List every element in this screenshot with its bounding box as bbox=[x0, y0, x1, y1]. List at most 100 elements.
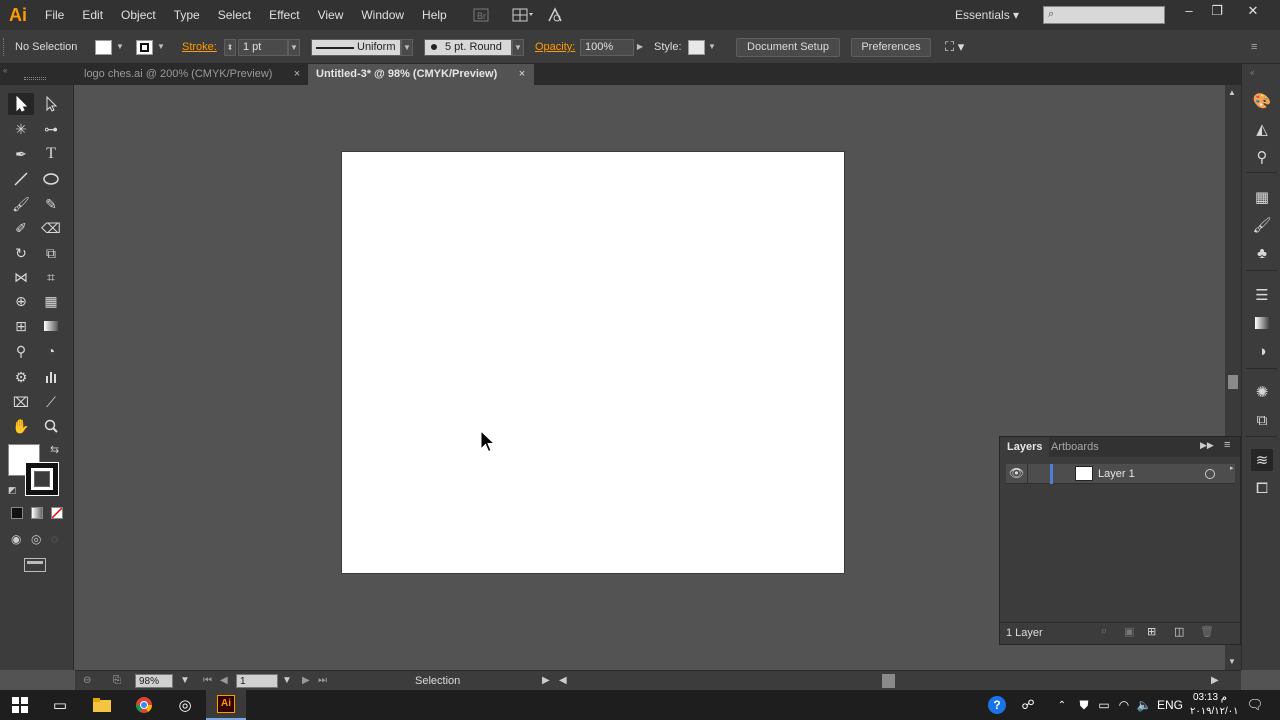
collapse-panel-icon[interactable]: ▶▶ bbox=[1200, 440, 1214, 451]
fill-dropdown[interactable]: ▼ bbox=[114, 39, 126, 56]
artboard-tool-icon[interactable]: ⌧ bbox=[8, 391, 34, 413]
new-layer-icon[interactable]: ◫ bbox=[1174, 625, 1184, 638]
menu-edit[interactable]: Edit bbox=[73, 0, 112, 30]
stroke-label[interactable]: Stroke: bbox=[182, 41, 217, 53]
horizontal-scroll-thumb[interactable] bbox=[882, 674, 895, 688]
chrome-icon[interactable] bbox=[124, 690, 164, 720]
symbol-sprayer-tool-icon[interactable]: ⚙ bbox=[8, 366, 34, 388]
draw-normal-icon[interactable]: ◉ bbox=[11, 532, 21, 546]
stroke-stepper[interactable]: ⬍ bbox=[224, 39, 236, 56]
swatches-icon[interactable]: ▦ bbox=[1251, 186, 1273, 208]
delete-layer-icon[interactable]: 🗑 bbox=[1200, 625, 1214, 638]
column-graph-tool-icon[interactable] bbox=[38, 366, 64, 388]
variable-width-profile[interactable]: Uniform bbox=[311, 39, 401, 56]
swap-fill-stroke-icon[interactable]: ⇆ bbox=[50, 443, 59, 456]
close-tab-icon[interactable]: × bbox=[290, 64, 304, 85]
restore-icon[interactable]: ❐ bbox=[1203, 0, 1231, 22]
stroke-swatch[interactable] bbox=[136, 40, 153, 55]
search-input[interactable]: ⌕ bbox=[1043, 6, 1165, 24]
draw-behind-icon[interactable]: ◎ bbox=[31, 532, 41, 546]
language-indicator[interactable]: ENG bbox=[1157, 690, 1183, 720]
zoom-tool-icon[interactable] bbox=[38, 415, 64, 437]
mesh-tool-icon[interactable]: ⊞ bbox=[8, 315, 34, 337]
gradient-mode-icon[interactable] bbox=[31, 507, 43, 519]
camera-app-icon[interactable]: ◎ bbox=[165, 690, 205, 720]
clipping-mask-icon[interactable]: ▣ bbox=[1124, 625, 1134, 638]
scale-tool-icon[interactable]: ⧉ bbox=[38, 242, 64, 264]
zoom-field[interactable]: 98% bbox=[135, 674, 173, 688]
shape-builder-tool-icon[interactable]: ⊕ bbox=[8, 290, 34, 312]
tab-untitled-3[interactable]: Untitled-3* @ 98% (CMYK/Preview) bbox=[308, 64, 534, 85]
type-tool-icon[interactable]: T bbox=[38, 143, 64, 165]
target-circle-icon[interactable] bbox=[1205, 469, 1215, 479]
appearance-icon[interactable]: ✺ bbox=[1251, 381, 1273, 403]
visibility-eye-icon[interactable]: 👁 bbox=[1009, 466, 1024, 480]
menu-object[interactable]: Object bbox=[112, 0, 165, 30]
notifications-icon[interactable]: 🗨 bbox=[1240, 690, 1270, 720]
scroll-left-icon[interactable]: ◀ bbox=[559, 672, 567, 690]
wifi-icon[interactable]: ◠ bbox=[1113, 690, 1135, 720]
artboards-icon[interactable]: ⧠ bbox=[1251, 477, 1273, 499]
zoom-controls-icon[interactable]: ⊖ bbox=[83, 672, 91, 690]
stroke-dropdown[interactable]: ▼ bbox=[155, 39, 167, 56]
zoom-dropdown[interactable]: ▼ bbox=[180, 672, 190, 690]
tab-layers[interactable]: Layers bbox=[1000, 437, 1050, 457]
status-menu-arrow[interactable]: ▶ bbox=[542, 672, 550, 690]
layer-name[interactable]: Layer 1 bbox=[1098, 464, 1135, 484]
scroll-right-icon[interactable]: ▶ bbox=[1211, 672, 1219, 690]
grip-icon[interactable] bbox=[24, 77, 46, 80]
task-view-icon[interactable]: ▭ bbox=[40, 690, 80, 720]
workspace-switcher[interactable]: Essentials ▾ bbox=[945, 0, 1029, 30]
menu-file[interactable]: File bbox=[36, 0, 73, 30]
eraser-tool-icon[interactable]: ⌫ bbox=[38, 217, 64, 239]
close-tab-icon[interactable]: × bbox=[515, 64, 529, 85]
collapse-icon[interactable]: « bbox=[3, 66, 7, 75]
minimize-icon[interactable]: – bbox=[1175, 0, 1203, 22]
profile-dropdown[interactable]: ▼ bbox=[401, 39, 413, 56]
brushes-icon[interactable]: 🖌 bbox=[1251, 214, 1273, 236]
paintbrush-tool-icon[interactable]: 🖌 bbox=[8, 193, 34, 215]
security-icon[interactable]: ⛊ bbox=[1073, 690, 1095, 720]
blend-tool-icon[interactable]: ◔ bbox=[38, 340, 64, 362]
grip-icon[interactable] bbox=[3, 38, 6, 56]
share-icon[interactable]: ⎘ bbox=[113, 672, 121, 690]
artboard[interactable] bbox=[341, 151, 845, 574]
locate-object-icon[interactable]: ⌕ bbox=[1101, 625, 1107, 638]
default-colors-icon[interactable]: ◩ bbox=[8, 485, 17, 496]
arrange-documents-icon[interactable] bbox=[512, 6, 534, 24]
close-icon[interactable]: ✕ bbox=[1239, 0, 1267, 22]
pen-tool-icon[interactable]: ✒ bbox=[8, 143, 34, 165]
last-artboard-icon[interactable]: ⏭ bbox=[318, 672, 327, 690]
help-icon[interactable]: ? bbox=[977, 690, 1017, 720]
menu-view[interactable]: View bbox=[309, 0, 353, 30]
first-artboard-icon[interactable]: ⏮ bbox=[203, 672, 212, 690]
eyedropper-tool-icon[interactable]: ⚲ bbox=[8, 340, 34, 362]
color-guide-icon[interactable]: ◭ bbox=[1251, 118, 1273, 140]
tab-logo-ches[interactable]: logo ches.ai @ 200% (CMYK/Preview) bbox=[76, 64, 308, 85]
layer-row[interactable]: 👁 Layer 1 ▸ bbox=[1006, 464, 1235, 484]
lasso-tool-icon[interactable]: ⊶ bbox=[38, 118, 64, 140]
scroll-thumb[interactable] bbox=[1228, 375, 1238, 389]
hand-tool-icon[interactable]: ✋ bbox=[8, 415, 34, 437]
none-mode-icon[interactable] bbox=[51, 507, 63, 519]
preferences-button[interactable]: Preferences bbox=[851, 38, 931, 57]
panel-menu-icon[interactable]: ≡ bbox=[1251, 30, 1257, 64]
cc-libraries-icon[interactable]: ⚲ bbox=[1251, 146, 1273, 168]
people-icon[interactable]: ☍ bbox=[1013, 690, 1043, 720]
layers-icon[interactable]: ≋ bbox=[1251, 449, 1273, 471]
color-mode-icon[interactable] bbox=[11, 507, 23, 519]
gpu-performance-icon[interactable] bbox=[544, 6, 566, 24]
graphic-style-swatch[interactable] bbox=[688, 40, 705, 55]
windows-start-icon[interactable] bbox=[0, 690, 40, 720]
stroke-weight-field[interactable]: 1 pt bbox=[238, 39, 288, 56]
clock[interactable]: 03:13 م ۲۰۱۹/۱۲/۰۱ bbox=[1190, 691, 1239, 719]
next-artboard-icon[interactable]: ▶ bbox=[302, 672, 310, 690]
tray-overflow-icon[interactable]: ⌃ bbox=[1051, 690, 1073, 720]
symbols-icon[interactable]: ♣ bbox=[1251, 242, 1273, 264]
screen-mode-icon[interactable] bbox=[24, 558, 46, 572]
expand-panels-icon[interactable]: « bbox=[1250, 68, 1254, 77]
opacity-arrow[interactable]: ▶ bbox=[634, 39, 646, 56]
file-explorer-icon[interactable] bbox=[82, 690, 122, 720]
battery-icon[interactable]: ▭ bbox=[1093, 690, 1115, 720]
menu-select[interactable]: Select bbox=[209, 0, 260, 30]
